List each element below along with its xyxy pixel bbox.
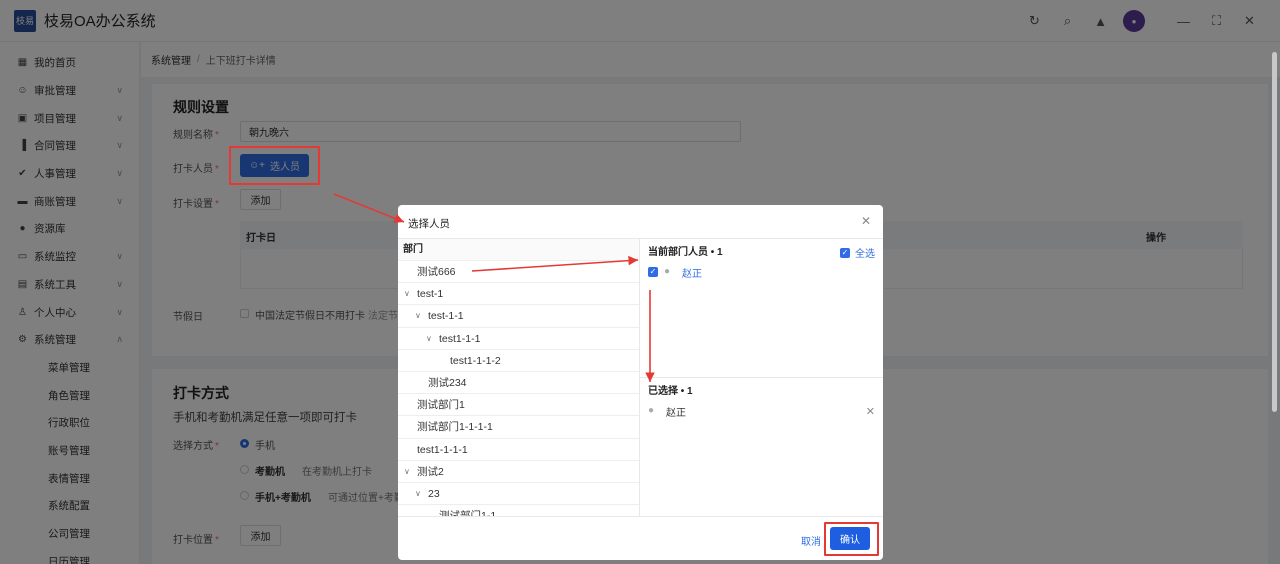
current-person-name: 赵正 — [682, 268, 702, 280]
tree-node-label: test-1-1 — [428, 310, 464, 323]
tree-node-label: test-1 — [417, 288, 444, 301]
chevron-down-icon[interactable]: ∨ — [415, 305, 421, 327]
page-scrollbar[interactable] — [1272, 52, 1277, 412]
tree-node-label: 测试234 — [428, 376, 467, 389]
current-dept-title: 当前部门人员 • 1 — [648, 246, 723, 258]
modal-footer: 取消 确认 — [398, 516, 883, 560]
tree-node-label: test1-1-1-1 — [417, 443, 468, 456]
select-all-toggle[interactable]: ✓ 全选 — [840, 245, 875, 260]
person-icon: ● — [664, 266, 671, 277]
tree-node[interactable]: ∨ test-1-1 — [398, 305, 639, 328]
department-tree-panel: 部门 测试666 ∨ test-1 ∨ test-1-1 ∨ test1-1-1 test1-… — [398, 238, 640, 516]
tree-node[interactable]: test1-1-1-1 — [398, 439, 639, 461]
chevron-down-icon[interactable]: ∨ — [415, 483, 421, 505]
tree-node[interactable]: 测试部门1 — [398, 394, 639, 417]
person-icon: ● — [648, 405, 655, 416]
modal-title: 选择人员 — [408, 218, 450, 230]
tree-node[interactable]: 测试666 — [398, 261, 639, 284]
checkbox-checked-icon: ✓ — [840, 247, 850, 258]
chevron-down-icon[interactable]: ∨ — [426, 328, 432, 350]
tree-node-label: 测试2 — [417, 465, 444, 478]
select-people-modal: 选择人员 ✕ 部门 测试666 ∨ test-1 ∨ test-1-1 ∨ test1-1-… — [398, 205, 883, 560]
remove-icon[interactable]: ✕ — [866, 405, 875, 418]
tree-node[interactable]: ∨ 测试2 — [398, 461, 639, 483]
current-dept-header: 当前部门人员 • 1 ✓ 全选 — [640, 239, 883, 261]
annotation-box-select-people — [229, 146, 320, 185]
tree-node-label: 测试666 — [417, 266, 456, 278]
cancel-button[interactable]: 取消 — [801, 533, 821, 548]
people-panel: 当前部门人员 • 1 ✓ 全选 ✓ ● 赵正 已选择 • 1 ● 赵正 ✕ — [640, 238, 883, 516]
selected-person-name: 赵正 — [666, 407, 686, 419]
tree-node[interactable]: ∨ test1-1-1 — [398, 328, 639, 350]
dept-header: 部门 — [398, 239, 639, 261]
chevron-down-icon[interactable]: ∨ — [404, 461, 410, 483]
select-all-label: 全选 — [855, 249, 875, 260]
tree-node[interactable]: test1-1-1-2 — [398, 350, 639, 372]
current-person-row[interactable]: ✓ ● 赵正 — [640, 261, 883, 283]
tree-node[interactable]: 测试部门1-1-1-1 — [398, 416, 639, 439]
tree-node-label: 测试部门1-1 — [439, 505, 496, 516]
tree-node-label: test1-1-1-2 — [450, 354, 501, 367]
chevron-down-icon[interactable]: ∨ — [404, 283, 410, 305]
annotation-box-confirm — [824, 522, 879, 556]
close-icon[interactable]: ✕ — [861, 214, 871, 228]
tree-node[interactable]: ∨ 23 — [398, 483, 639, 506]
selected-person-row: ● 赵正 ✕ — [640, 400, 883, 422]
checkbox-checked-icon[interactable]: ✓ — [648, 267, 658, 277]
tree-node-label: 测试部门1-1-1-1 — [417, 421, 493, 434]
tree-node[interactable]: 测试234 — [398, 372, 639, 395]
selected-header: 已选择 • 1 — [640, 378, 883, 400]
tree-node-label: 测试部门1 — [417, 399, 465, 412]
tree-node[interactable]: ∨ test-1 — [398, 283, 639, 306]
tree-node-label: test1-1-1 — [439, 332, 481, 345]
department-tree: 测试666 ∨ test-1 ∨ test-1-1 ∨ test1-1-1 test1-1-1… — [398, 261, 639, 516]
tree-node[interactable]: 测试部门1-1 — [398, 505, 639, 516]
selected-title: 已选择 • 1 — [648, 385, 693, 397]
tree-node-label: 23 — [428, 487, 440, 500]
